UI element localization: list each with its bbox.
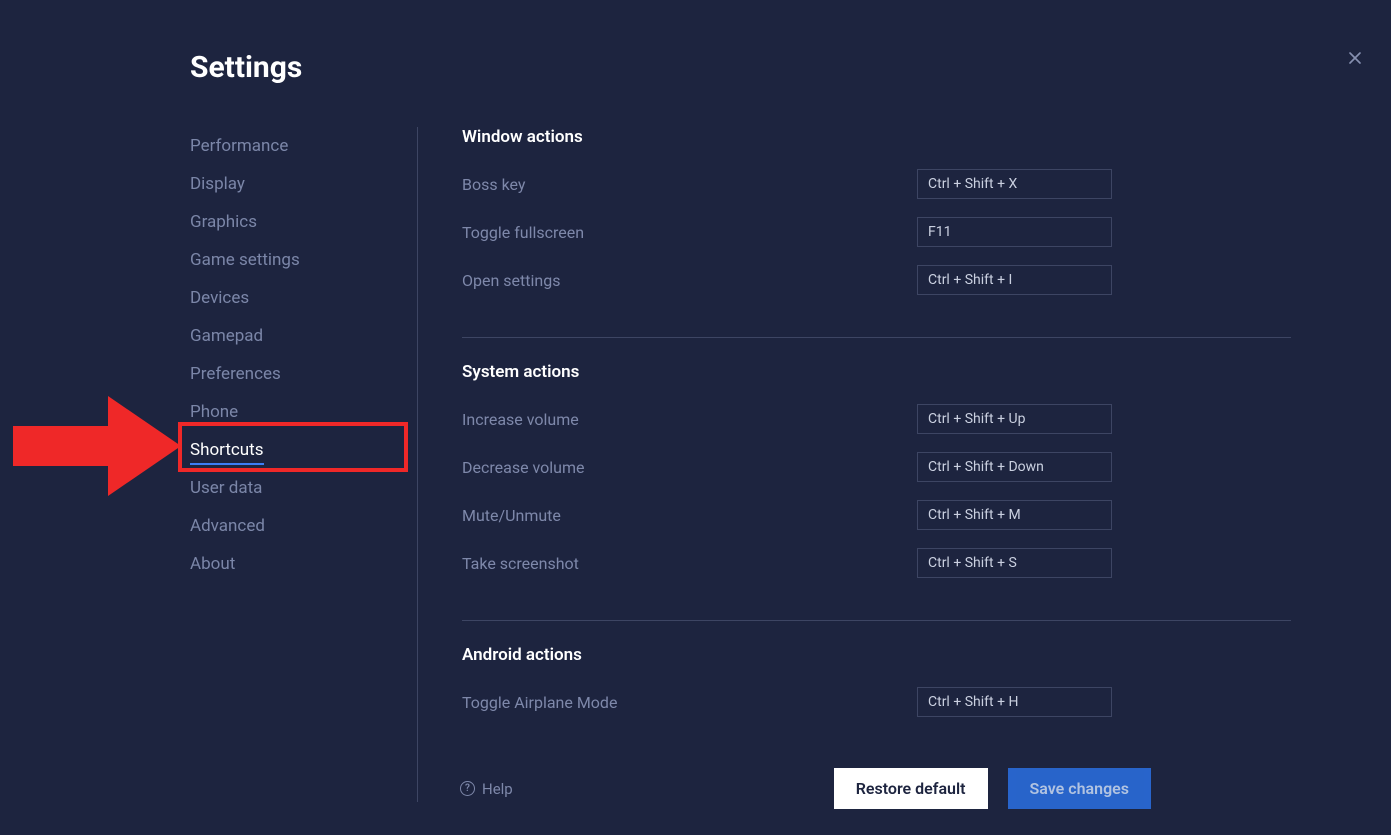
sidebar-item-about[interactable]: About: [190, 545, 417, 583]
shortcut-label: Open settings: [462, 271, 560, 290]
section-system-actions: System actions Increase volume Decrease vo…: [462, 362, 1291, 621]
shortcut-label: Toggle Airplane Mode: [462, 693, 617, 712]
shortcut-label: Decrease volume: [462, 458, 585, 477]
shortcut-input[interactable]: [917, 404, 1112, 434]
sidebar-item-label: Advanced: [190, 516, 265, 536]
section-title: System actions: [462, 362, 1291, 382]
shortcut-input[interactable]: [917, 548, 1112, 578]
shortcut-row: Toggle fullscreen: [462, 217, 1112, 247]
shortcut-row: Increase volume: [462, 404, 1112, 434]
shortcut-row: Toggle Airplane Mode: [462, 687, 1112, 717]
section-title: Window actions: [462, 127, 1291, 147]
shortcut-input[interactable]: [917, 265, 1112, 295]
shortcut-row: Take screenshot: [462, 548, 1112, 578]
sidebar-item-preferences[interactable]: Preferences: [190, 355, 417, 393]
section-title: Android actions: [462, 645, 1291, 665]
sidebar-item-label: Phone: [190, 402, 238, 422]
sidebar-item-game-settings[interactable]: Game settings: [190, 241, 417, 279]
help-link[interactable]: ? Help: [460, 780, 513, 798]
shortcut-row: Mute/Unmute: [462, 500, 1112, 530]
sidebar-item-label: Preferences: [190, 364, 281, 384]
help-icon: ?: [460, 781, 475, 796]
sidebar-item-label: Game settings: [190, 250, 300, 270]
sidebar-item-advanced[interactable]: Advanced: [190, 507, 417, 545]
sidebar-item-gamepad[interactable]: Gamepad: [190, 317, 417, 355]
shortcut-input[interactable]: [917, 169, 1112, 199]
shortcut-input[interactable]: [917, 452, 1112, 482]
shortcut-row: Decrease volume: [462, 452, 1112, 482]
shortcut-input[interactable]: [917, 217, 1112, 247]
shortcut-row: Open settings: [462, 265, 1112, 295]
sidebar-item-label: Gamepad: [190, 326, 263, 346]
sidebar-item-label: User data: [190, 478, 262, 498]
section-window-actions: Window actions Boss key Toggle fullscreen O…: [462, 127, 1291, 338]
footer: ? Help Restore default Save changes: [460, 768, 1151, 809]
sidebar: Performance Display Graphics Game settings D…: [190, 127, 418, 802]
sidebar-item-devices[interactable]: Devices: [190, 279, 417, 317]
sidebar-item-performance[interactable]: Performance: [190, 127, 417, 165]
help-label: Help: [482, 780, 513, 798]
shortcut-row: Boss key: [462, 169, 1112, 199]
close-button[interactable]: [1345, 48, 1365, 72]
shortcut-label: Toggle fullscreen: [462, 223, 584, 242]
sidebar-item-label: Graphics: [190, 212, 257, 232]
sidebar-item-label: Performance: [190, 136, 288, 156]
sidebar-item-label: Shortcuts: [190, 440, 264, 465]
sidebar-item-label: About: [190, 554, 235, 574]
shortcut-input[interactable]: [917, 500, 1112, 530]
shortcut-input[interactable]: [917, 687, 1112, 717]
shortcut-label: Boss key: [462, 175, 525, 194]
page-title: Settings: [190, 50, 1391, 85]
close-icon: [1345, 48, 1365, 68]
restore-default-button[interactable]: Restore default: [834, 768, 988, 809]
sidebar-item-label: Devices: [190, 288, 249, 308]
sidebar-item-label: Display: [190, 174, 245, 194]
sidebar-item-phone[interactable]: Phone: [190, 393, 417, 431]
sidebar-item-user-data[interactable]: User data: [190, 469, 417, 507]
shortcut-label: Mute/Unmute: [462, 506, 561, 525]
main-content: Window actions Boss key Toggle fullscreen O…: [418, 127, 1391, 732]
sidebar-item-shortcuts[interactable]: Shortcuts: [190, 431, 417, 469]
sidebar-item-graphics[interactable]: Graphics: [190, 203, 417, 241]
sidebar-item-display[interactable]: Display: [190, 165, 417, 203]
shortcut-label: Increase volume: [462, 410, 579, 429]
section-android-actions: Android actionsToggle Airplane ModeHomeB…: [462, 645, 1291, 732]
shortcut-label: Take screenshot: [462, 554, 579, 573]
save-changes-button[interactable]: Save changes: [1008, 768, 1151, 809]
